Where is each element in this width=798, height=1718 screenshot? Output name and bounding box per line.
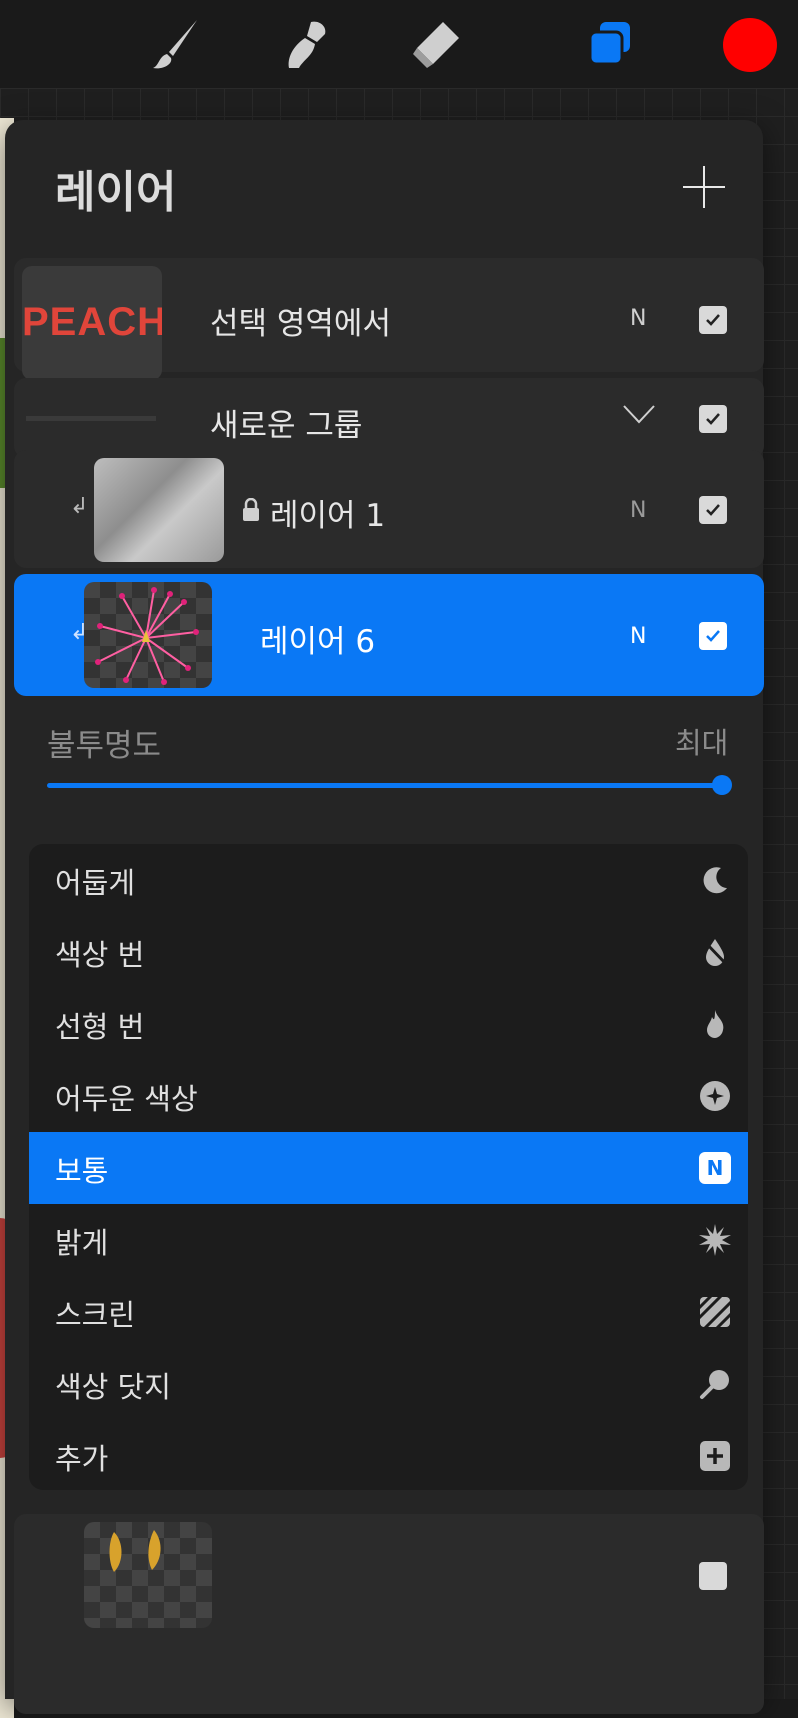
blend-option-add[interactable]: 추가 <box>29 1420 748 1490</box>
flame-icon <box>697 1006 733 1042</box>
layer-thumbnail <box>84 1522 212 1628</box>
drop-slash-icon <box>697 934 733 970</box>
blend-option-label: 추가 <box>55 1442 109 1476</box>
check-icon <box>706 630 720 642</box>
blend-option-label: 밝게 <box>55 1226 109 1260</box>
blend-option-label: 색상 번 <box>55 938 145 972</box>
visibility-checkbox[interactable] <box>699 306 727 334</box>
eraser-icon[interactable] <box>405 14 465 74</box>
blend-option-normal[interactable]: 보통 N <box>29 1132 748 1204</box>
layer-row[interactable]: ↲ 레이어 1 N <box>14 450 764 568</box>
plus-square-icon <box>697 1438 733 1474</box>
layer-thumbnail: PEACH <box>22 266 162 380</box>
moon-icon <box>697 862 733 898</box>
blend-option-label: 스크린 <box>55 1298 136 1332</box>
visibility-checkbox[interactable] <box>699 1562 727 1590</box>
layers-panel: 레이어 PEACH 선택 영역에서 N 새로운 그룹 ↲ 레이어 1 N ↲ 레… <box>5 120 764 1714</box>
layer-group-row[interactable]: 새로운 그룹 <box>14 378 764 458</box>
flower-thumbnail-art <box>95 587 199 685</box>
layers-icon[interactable] <box>580 14 640 74</box>
n-badge-icon: N <box>697 1150 733 1186</box>
blend-option-color-burn[interactable]: 색상 번 <box>29 916 748 988</box>
blend-option-darken[interactable]: 어둡게 <box>29 844 748 916</box>
sparkle-circle-icon <box>697 1078 733 1114</box>
brush-icon[interactable] <box>145 14 205 74</box>
layer-name: 레이어 6 <box>260 624 376 660</box>
top-toolbar <box>0 0 798 88</box>
blend-option-label: 어둡게 <box>55 866 136 900</box>
blend-mode-button[interactable]: N <box>630 498 646 523</box>
layer-row-selected[interactable]: ↲ 레이어 6 N <box>14 574 764 696</box>
layer-name: 레이어 1 <box>270 498 386 534</box>
opacity-slider-track[interactable] <box>47 783 727 788</box>
opacity-label: 불투명도 <box>47 728 162 764</box>
blend-mode-button[interactable]: N <box>630 306 646 331</box>
blend-option-darker-color[interactable]: 어두운 색상 <box>29 1060 748 1132</box>
check-icon <box>706 413 720 425</box>
blend-option-lighten[interactable]: 밝게 <box>29 1204 748 1276</box>
opacity-slider-knob[interactable] <box>712 775 732 795</box>
pin-icon <box>697 1366 733 1402</box>
blend-option-screen[interactable]: 스크린 <box>29 1276 748 1348</box>
petals-thumbnail-art <box>109 1530 161 1572</box>
chevron-down-icon[interactable] <box>622 402 656 430</box>
check-icon <box>706 504 720 516</box>
group-thumbnail <box>26 416 156 421</box>
normal-badge: N <box>699 1152 731 1184</box>
blend-option-color-dodge[interactable]: 색상 닷지 <box>29 1348 748 1420</box>
add-layer-button[interactable] <box>683 166 725 208</box>
blend-option-label: 보통 <box>55 1154 109 1188</box>
sun-burst-icon <box>697 1222 733 1258</box>
thumbnail-text: PEACH <box>22 300 162 344</box>
visibility-checkbox[interactable] <box>699 496 727 524</box>
visibility-checkbox[interactable] <box>699 405 727 433</box>
panel-title: 레이어 <box>55 167 177 218</box>
layer-row[interactable]: PEACH 선택 영역에서 N <box>14 258 764 380</box>
blend-option-linear-burn[interactable]: 선형 번 <box>29 988 748 1060</box>
blend-option-label: 색상 닷지 <box>55 1370 171 1404</box>
clipping-mask-icon: ↲ <box>70 494 89 519</box>
visibility-checkbox[interactable] <box>699 622 727 650</box>
blend-option-label: 선형 번 <box>55 1010 145 1044</box>
opacity-value: 최대 <box>675 726 729 760</box>
check-icon <box>706 314 720 326</box>
smudge-icon[interactable] <box>275 14 335 74</box>
group-name: 새로운 그룹 <box>210 408 363 444</box>
layer-name: 선택 영역에서 <box>210 306 391 342</box>
blend-option-label: 어두운 색상 <box>55 1082 198 1116</box>
layer-row-partial[interactable] <box>14 1514 764 1714</box>
color-picker-button[interactable] <box>723 18 777 72</box>
hatch-icon <box>697 1294 733 1330</box>
layer-thumbnail <box>84 582 212 688</box>
blend-mode-menu: 어둡게 색상 번 선형 번 어두운 색상 보통 N 밝게 스크린 색상 닷지 추… <box>29 844 748 1490</box>
lock-icon <box>242 497 260 526</box>
layer-thumbnail <box>94 458 224 562</box>
blend-mode-button[interactable]: N <box>630 624 646 649</box>
